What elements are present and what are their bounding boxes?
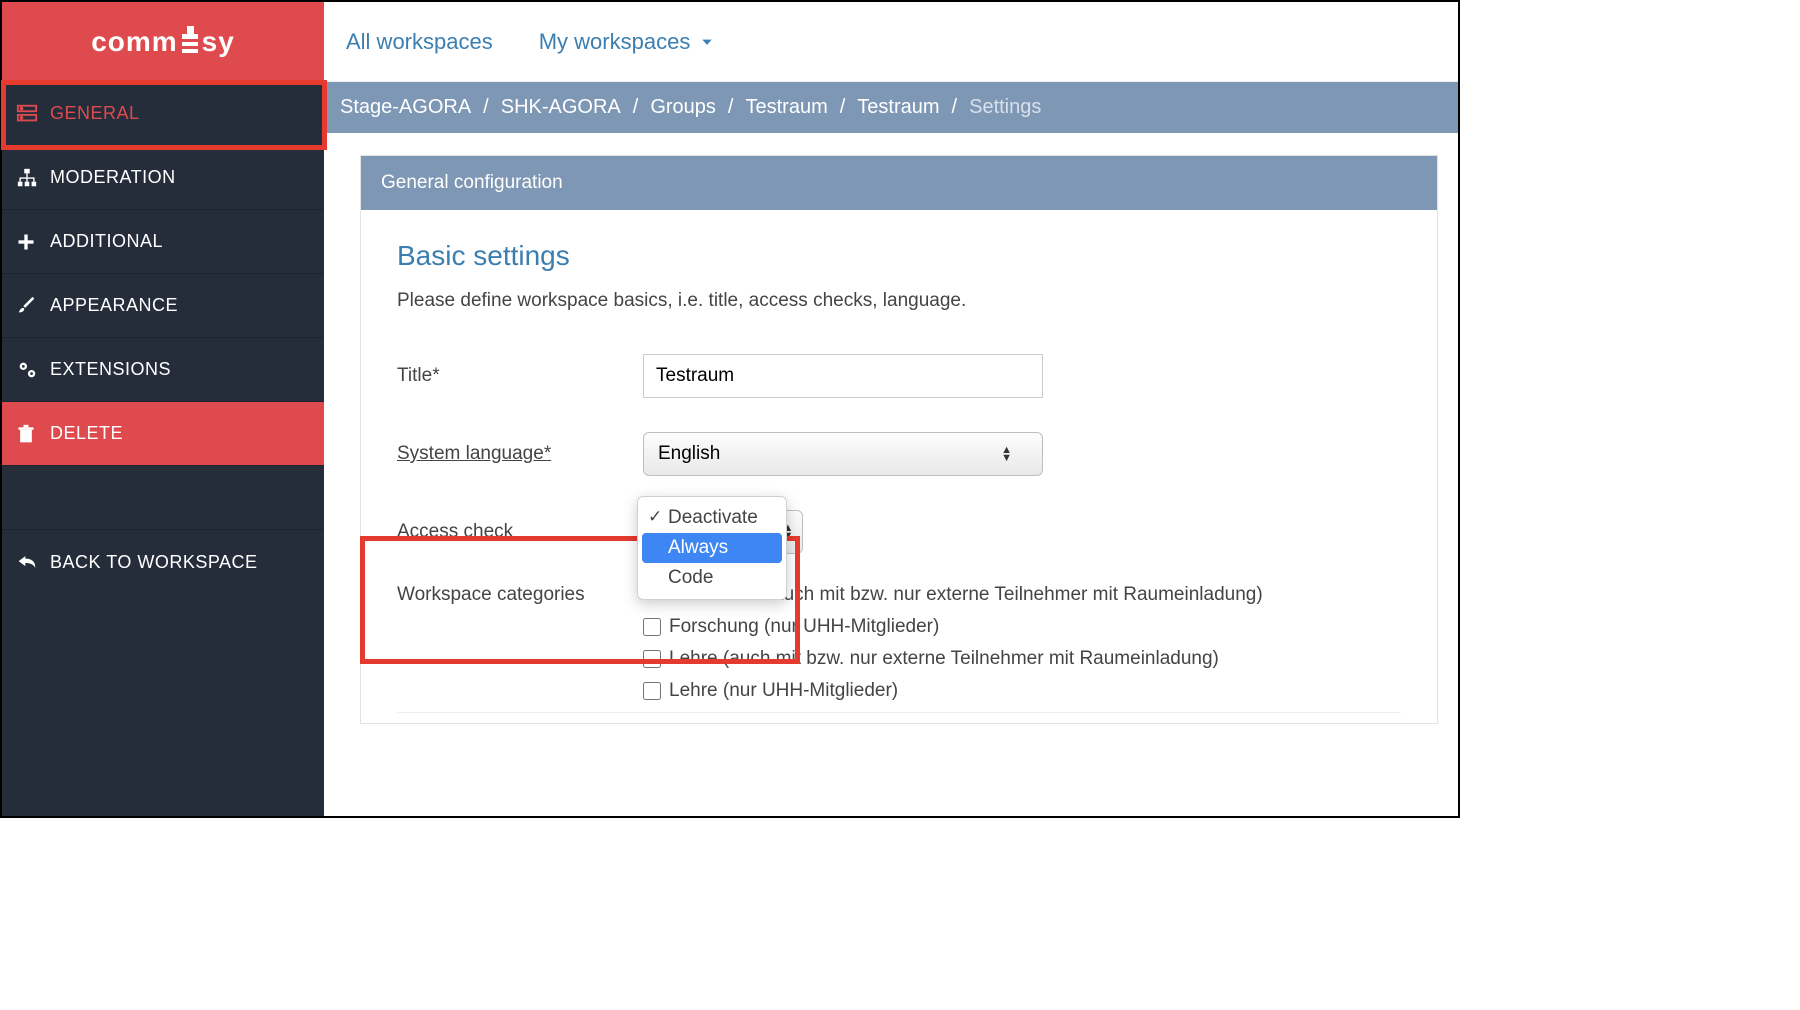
trash-icon — [16, 423, 50, 445]
sidebar: comm sy GENERAL MODERATION ADDITIONAL — [2, 2, 324, 816]
label-access-check: Access check — [397, 521, 643, 543]
topbar: All workspaces My workspaces — [324, 2, 1458, 82]
category-option[interactable]: Lehre (nur UHH-Mitglieder) — [643, 680, 1263, 702]
plus-icon — [16, 232, 50, 252]
logo-text-part2: sy — [202, 26, 235, 58]
sidebar-item-label: MODERATION — [50, 167, 176, 188]
title-input[interactable] — [643, 354, 1043, 398]
access-check-dropdown: Deactivate Always Code — [637, 496, 787, 600]
logo[interactable]: comm sy — [2, 2, 324, 82]
sidebar-item-general[interactable]: GENERAL — [2, 82, 324, 146]
breadcrumb-item[interactable]: Testraum — [857, 96, 939, 119]
sitemap-icon — [16, 167, 50, 189]
breadcrumb-item[interactable]: SHK-AGORA — [501, 96, 621, 119]
main: All workspaces My workspaces Stage-AGORA… — [324, 2, 1458, 816]
breadcrumb-item[interactable]: Stage-AGORA — [340, 96, 471, 119]
sidebar-spacer — [2, 466, 324, 530]
chevron-down-icon — [698, 35, 716, 49]
nav-all-workspaces[interactable]: All workspaces — [346, 29, 493, 55]
row-language: System language* English ▲▼ — [397, 432, 1401, 476]
dropdown-option-always[interactable]: Always — [642, 533, 782, 563]
row-categories: Workspace categories auch mit bzw. nur e… — [397, 584, 1401, 702]
dropdown-option-code[interactable]: Code — [642, 563, 782, 593]
breadcrumb-current: Settings — [969, 96, 1041, 119]
row-title: Title* — [397, 354, 1401, 398]
reply-arrow-icon — [16, 552, 50, 572]
section-title: Basic settings — [397, 240, 1401, 272]
category-option[interactable]: Forschung (nur UHH-Mitglieder) — [643, 616, 1263, 638]
breadcrumb-item[interactable]: Groups — [650, 96, 716, 119]
label-title: Title* — [397, 365, 643, 387]
sidebar-item-label: DELETE — [50, 423, 123, 444]
sidebar-item-back[interactable]: BACK TO WORKSPACE — [2, 530, 324, 594]
label-categories: Workspace categories — [397, 584, 643, 606]
dropdown-option-deactivate[interactable]: Deactivate — [642, 503, 782, 533]
sidebar-item-moderation[interactable]: MODERATION — [2, 146, 324, 210]
gears-icon — [16, 359, 50, 381]
label-language: System language* — [397, 443, 643, 465]
nav-my-workspaces[interactable]: My workspaces — [539, 29, 717, 55]
checkbox[interactable] — [643, 650, 661, 668]
checkbox[interactable] — [643, 682, 661, 700]
category-option[interactable]: auch mit bzw. nur externe Teilnehmer mit… — [773, 584, 1263, 606]
sidebar-item-label: GENERAL — [50, 103, 140, 124]
sidebar-item-appearance[interactable]: APPEARANCE — [2, 274, 324, 338]
settings-panel: General configuration Basic settings Ple… — [360, 155, 1438, 724]
row-access-check: Access check ▲▼ Deactivate Always Code — [397, 510, 1401, 554]
sidebar-item-label: EXTENSIONS — [50, 359, 171, 380]
section-description: Please define workspace basics, i.e. tit… — [397, 290, 1401, 312]
server-icon — [16, 103, 50, 125]
logo-glyph-icon — [180, 24, 200, 60]
brush-icon — [16, 295, 50, 317]
sidebar-item-delete[interactable]: DELETE — [2, 402, 324, 466]
breadcrumb: Stage-AGORA/ SHK-AGORA/ Groups/ Testraum… — [324, 82, 1458, 133]
sidebar-item-label: ADDITIONAL — [50, 231, 163, 252]
language-select[interactable]: English ▲▼ — [643, 432, 1043, 476]
select-arrows-icon: ▲▼ — [1001, 446, 1012, 462]
checkbox[interactable] — [643, 618, 661, 636]
logo-text-part1: comm — [91, 26, 177, 58]
breadcrumb-item[interactable]: Testraum — [745, 96, 827, 119]
category-option[interactable]: Lehre (auch mit bzw. nur externe Teilneh… — [643, 648, 1263, 670]
panel-header: General configuration — [361, 156, 1437, 210]
sidebar-item-label: BACK TO WORKSPACE — [50, 552, 258, 573]
sidebar-item-additional[interactable]: ADDITIONAL — [2, 210, 324, 274]
sidebar-item-extensions[interactable]: EXTENSIONS — [2, 338, 324, 402]
sidebar-item-label: APPEARANCE — [50, 295, 178, 316]
